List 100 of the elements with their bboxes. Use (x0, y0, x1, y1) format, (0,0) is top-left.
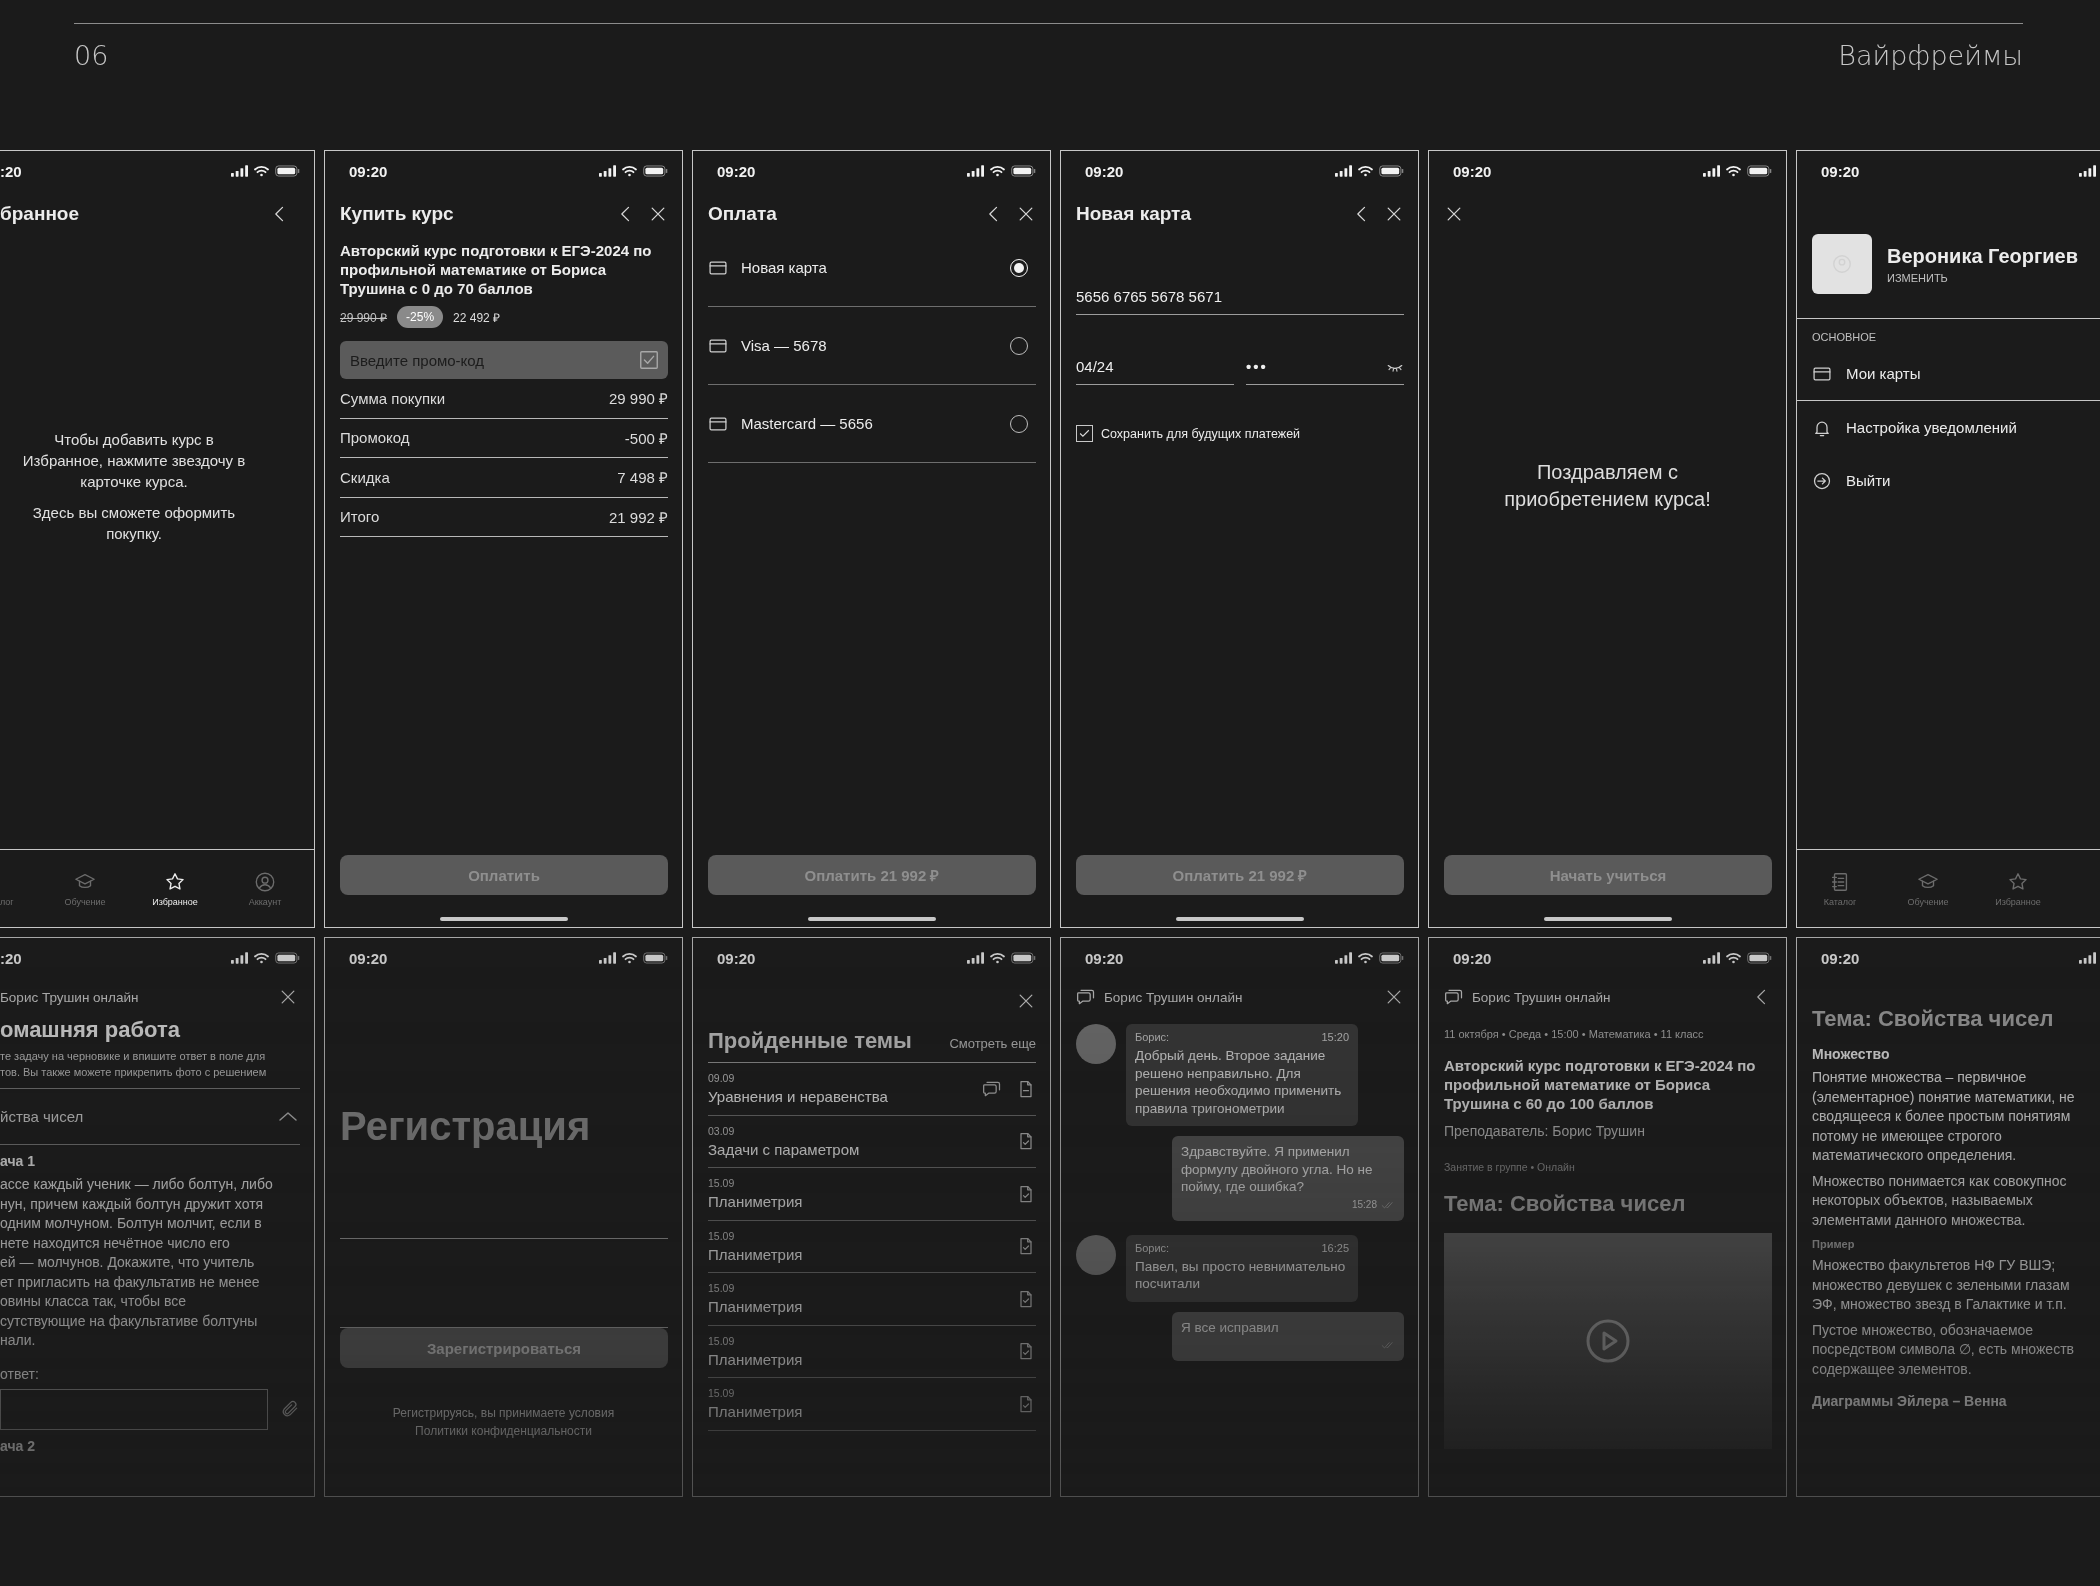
topic-title[interactable]: Планиметрия (708, 1403, 1016, 1421)
screen-title: Оплата (708, 203, 777, 225)
status-time: 09:20 (1453, 949, 1492, 967)
new-price: 22 492 ₽ (453, 309, 501, 326)
wifi-icon (989, 952, 1006, 964)
status-time: 09:20 (349, 162, 388, 180)
topic-title[interactable]: Задачи с параметром (708, 1140, 1016, 1158)
battery-icon (643, 952, 668, 964)
signal-icon (231, 952, 248, 964)
old-price: 29 990 ₽ (340, 309, 388, 326)
menu-item-label[interactable]: Настройка уведомлений (1846, 419, 2017, 436)
screen-title: Купить курс (340, 203, 454, 225)
battery-icon (275, 952, 300, 964)
signal-icon (1703, 952, 1720, 964)
terms-text: Регистрируясь, вы принимаете условия Политики конфиденциальности (391, 1405, 616, 1440)
topic-title: Тема: Свойства чисел (1444, 1191, 1687, 1217)
topic-title[interactable]: Уравнения и неравенства (708, 1088, 982, 1106)
discount-badge: -25% (397, 306, 444, 328)
task-title: ача 1 (0, 1153, 37, 1169)
input-field[interactable]: 5656 6765 5678 5671 (1076, 279, 1404, 315)
message-text: Здравствуйте. Я применил формулу двойного угла. Но не пойму, где ошибка? (1181, 1143, 1374, 1196)
answer-label: ответ: (0, 1365, 39, 1382)
tab[interactable]: лог (0, 850, 40, 927)
paperclip-icon[interactable] (280, 1399, 300, 1419)
paragraph: Пустое множество, обозначаемое посредством символа ∅, есть множеств содержащее элементов. (1812, 1320, 2075, 1379)
signal-icon (1703, 165, 1720, 177)
expiry-field[interactable]: 04/24 (1076, 349, 1234, 385)
edit-link[interactable]: ИЗМЕНИТЬ (1887, 271, 2078, 284)
success-message: Поздравляем с приобретением курса! (1503, 460, 1712, 512)
tab[interactable]: Каталог (1797, 850, 1883, 927)
tab[interactable]: Избранное (130, 850, 220, 927)
topic-date: 15.09 (708, 1387, 736, 1400)
wifi-icon (1357, 952, 1374, 964)
section-title: Вайрфреймы (1838, 40, 2023, 71)
checkmark-icon (1078, 427, 1091, 440)
see-more-link[interactable]: Смотреть еще (949, 1036, 1036, 1051)
check-square-icon[interactable] (638, 349, 660, 371)
avatar (1076, 1024, 1116, 1064)
course-title: Авторский курс подготовки к ЕГЭ-2024 по профильной математике от Бориса Трушина с 0 до 70 баллов (340, 241, 653, 298)
message-time: 15:28 (1351, 1199, 1377, 1210)
topic-title[interactable]: Планиметрия (708, 1350, 1016, 1368)
topic-title: Тема: Свойства чисел (1812, 1006, 2055, 1032)
section-title: Пройденные темы (708, 1028, 912, 1054)
tab[interactable]: Аккаунт (220, 850, 310, 927)
status-time: 09:20 (717, 162, 756, 180)
star-icon (2007, 870, 2029, 893)
user-icon (254, 870, 276, 893)
answer-field[interactable] (0, 1388, 268, 1430)
summary-label: Скидка (340, 468, 390, 486)
status-time: 09:20 (1085, 949, 1124, 967)
accordion-label[interactable]: йства чисел (0, 1108, 84, 1125)
message-time: 16:25 (1321, 1241, 1349, 1254)
status-time: 09:20 (1085, 162, 1124, 180)
message-time: 15:20 (1321, 1031, 1349, 1043)
wifi-icon (253, 952, 270, 964)
tab[interactable]: Избранное (1973, 850, 2063, 927)
chat-title: Борис Трушин онлайн (1104, 989, 1243, 1005)
paragraph: Понятие множества – первичное (элементарное) понятие математики, не сводящееся к более простым понятиям потому не имеющее строгого математического определения. (1812, 1068, 2076, 1165)
user-name: Вероника Георгиев (1887, 244, 2078, 268)
card-option-label[interactable]: Visa — 5678 (741, 337, 997, 354)
tab[interactable]: Обучение (1883, 850, 1973, 927)
card-option-label[interactable]: Mastercard — 5656 (741, 415, 997, 432)
status-time: 09:20 (349, 949, 388, 967)
topic-title[interactable]: Планиметрия (708, 1298, 1016, 1316)
wifi-icon (989, 165, 1006, 177)
message-text: Я все исправил (1181, 1318, 1280, 1336)
topic-date: 09.09 (708, 1072, 736, 1085)
paragraph: Множество понимается как совокупнос некоторых объектов, называемых элементами данного множества. (1812, 1171, 2068, 1230)
tab[interactable]: Обучение (40, 850, 130, 927)
signal-icon (599, 165, 616, 177)
summary-label: Итого (340, 508, 380, 526)
empty-state-text: Здесь вы сможете оформить покупку. (31, 503, 237, 544)
chat-icon (1444, 987, 1464, 1007)
menu-item-label[interactable]: Мои карты (1846, 365, 1921, 382)
page-title: Регистрация (340, 1103, 592, 1150)
wifi-icon (1725, 952, 1742, 964)
subheading: Диаграммы Эйлера – Венна (1812, 1393, 2008, 1409)
cvv-field[interactable]: ••• (1246, 349, 1404, 385)
status-time: 09:20 (717, 949, 756, 967)
card-option-label[interactable]: Новая карта (741, 259, 997, 276)
summary-value: 21 992 ₽ (608, 507, 668, 527)
promo-code-field[interactable]: Введите промо-код (340, 341, 668, 379)
status-time: :20 (0, 162, 22, 180)
topic-title[interactable]: Планиметрия (708, 1245, 1016, 1263)
empty-state-text: Чтобы добавить курс в Избранное, нажмите звездочу в карточке курса. (21, 430, 247, 492)
topic-date: 15.09 (708, 1334, 736, 1347)
battery-icon (1379, 165, 1404, 177)
battery-icon (1747, 165, 1772, 177)
caption: Пример (1812, 1238, 1856, 1250)
message-author: Борис: (1135, 1241, 1170, 1254)
message-author: Борис: (1135, 1031, 1170, 1043)
topic-title[interactable]: Планиметрия (708, 1193, 1016, 1211)
battery-icon (643, 165, 668, 177)
checkbox[interactable] (1076, 425, 1093, 442)
status-time: 09:20 (1821, 162, 1860, 180)
battery-icon (1011, 952, 1036, 964)
chat-title: Борис Трушин онлайн (0, 989, 139, 1005)
summary-value: 29 990 ₽ (608, 389, 668, 409)
chat-title: Борис Трушин онлайн (1472, 989, 1611, 1005)
menu-item-label[interactable]: Выйти (1846, 472, 1891, 489)
